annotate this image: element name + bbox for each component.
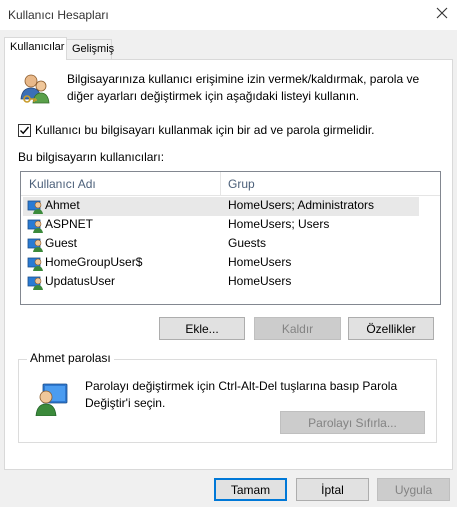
row-group: HomeUsers; Users <box>228 217 330 231</box>
listview-header: Kullanıcı Adı Grup <box>21 172 440 196</box>
tab-users-label: Kullanıcılar <box>10 41 65 53</box>
checkmark-icon <box>20 126 30 135</box>
password-group-title: Ahmet parolası <box>27 351 114 365</box>
column-divider[interactable] <box>220 172 221 196</box>
password-help-text: Parolayı değiştirmek için Ctrl-Alt-Del t… <box>85 379 398 410</box>
column-header-group[interactable]: Grup <box>228 177 255 191</box>
tab-advanced-label: Gelişmiş <box>72 43 115 55</box>
apply-button[interactable]: Uygula <box>377 478 450 501</box>
password-groupbox: Ahmet parolası Parolayı değiştirmek için… <box>18 351 437 443</box>
user-monitor-icon <box>35 383 68 416</box>
ok-button[interactable]: Tamam <box>214 478 287 501</box>
user-icon <box>27 219 43 233</box>
tab-advanced[interactable]: Gelişmiş <box>66 39 115 60</box>
table-row[interactable]: Guest Guests <box>23 235 419 254</box>
properties-button[interactable]: Özellikler <box>348 317 434 340</box>
table-row[interactable]: ASPNET HomeUsers; Users <box>23 216 419 235</box>
users-tab-panel: Bilgisayarınıza kullanıcı erişimine izin… <box>4 59 453 470</box>
users-list-caption: Bu bilgisayarın kullanıcıları: <box>18 150 165 164</box>
tab-users[interactable]: Kullanıcılar <box>4 37 67 60</box>
cancel-button[interactable]: İptal <box>296 478 369 501</box>
row-username: UpdatusUser <box>45 274 116 288</box>
row-username: Guest <box>45 236 78 250</box>
window-title: Kullanıcı Hesapları <box>8 8 109 22</box>
row-username: HomeGroupUser$ <box>45 255 143 269</box>
table-row[interactable]: UpdatusUser HomeUsers <box>23 273 419 292</box>
add-user-button[interactable]: Ekle... <box>159 317 245 340</box>
user-icon <box>27 200 43 214</box>
row-username: ASPNET <box>45 217 94 231</box>
intro-text: Bilgisayarınıza kullanıcı erişimine izin… <box>67 72 420 103</box>
close-icon[interactable] <box>433 4 451 22</box>
row-group: HomeUsers <box>228 255 292 269</box>
user-icon <box>27 257 43 271</box>
dialog-client: Kullanıcılar Gelişmiş Bilgisayarınıza ku… <box>0 30 457 507</box>
table-row[interactable]: Ahmet HomeUsers; Administrators <box>23 197 419 216</box>
title-bar: Kullanıcı Hesapları <box>0 0 457 30</box>
table-row[interactable]: HomeGroupUser$ HomeUsers <box>23 254 419 273</box>
column-header-username[interactable]: Kullanıcı Adı <box>29 177 96 191</box>
remove-user-button[interactable]: Kaldır <box>254 317 341 340</box>
require-login-checkbox[interactable] <box>18 124 31 137</box>
require-login-label: Kullanıcı bu bilgisayarı kullanmak için … <box>35 123 375 137</box>
reset-password-button[interactable]: Parolayı Sıfırla... <box>280 411 425 434</box>
users-keys-icon <box>20 74 50 104</box>
users-listview[interactable]: Kullanıcı Adı Grup Ahmet HomeUsers; Admi… <box>20 171 441 305</box>
row-group: HomeUsers; Administrators <box>228 198 375 212</box>
user-icon <box>27 238 43 252</box>
row-group: HomeUsers <box>228 274 292 288</box>
user-icon <box>27 276 43 290</box>
row-group: Guests <box>228 236 267 250</box>
row-username: Ahmet <box>45 198 80 212</box>
